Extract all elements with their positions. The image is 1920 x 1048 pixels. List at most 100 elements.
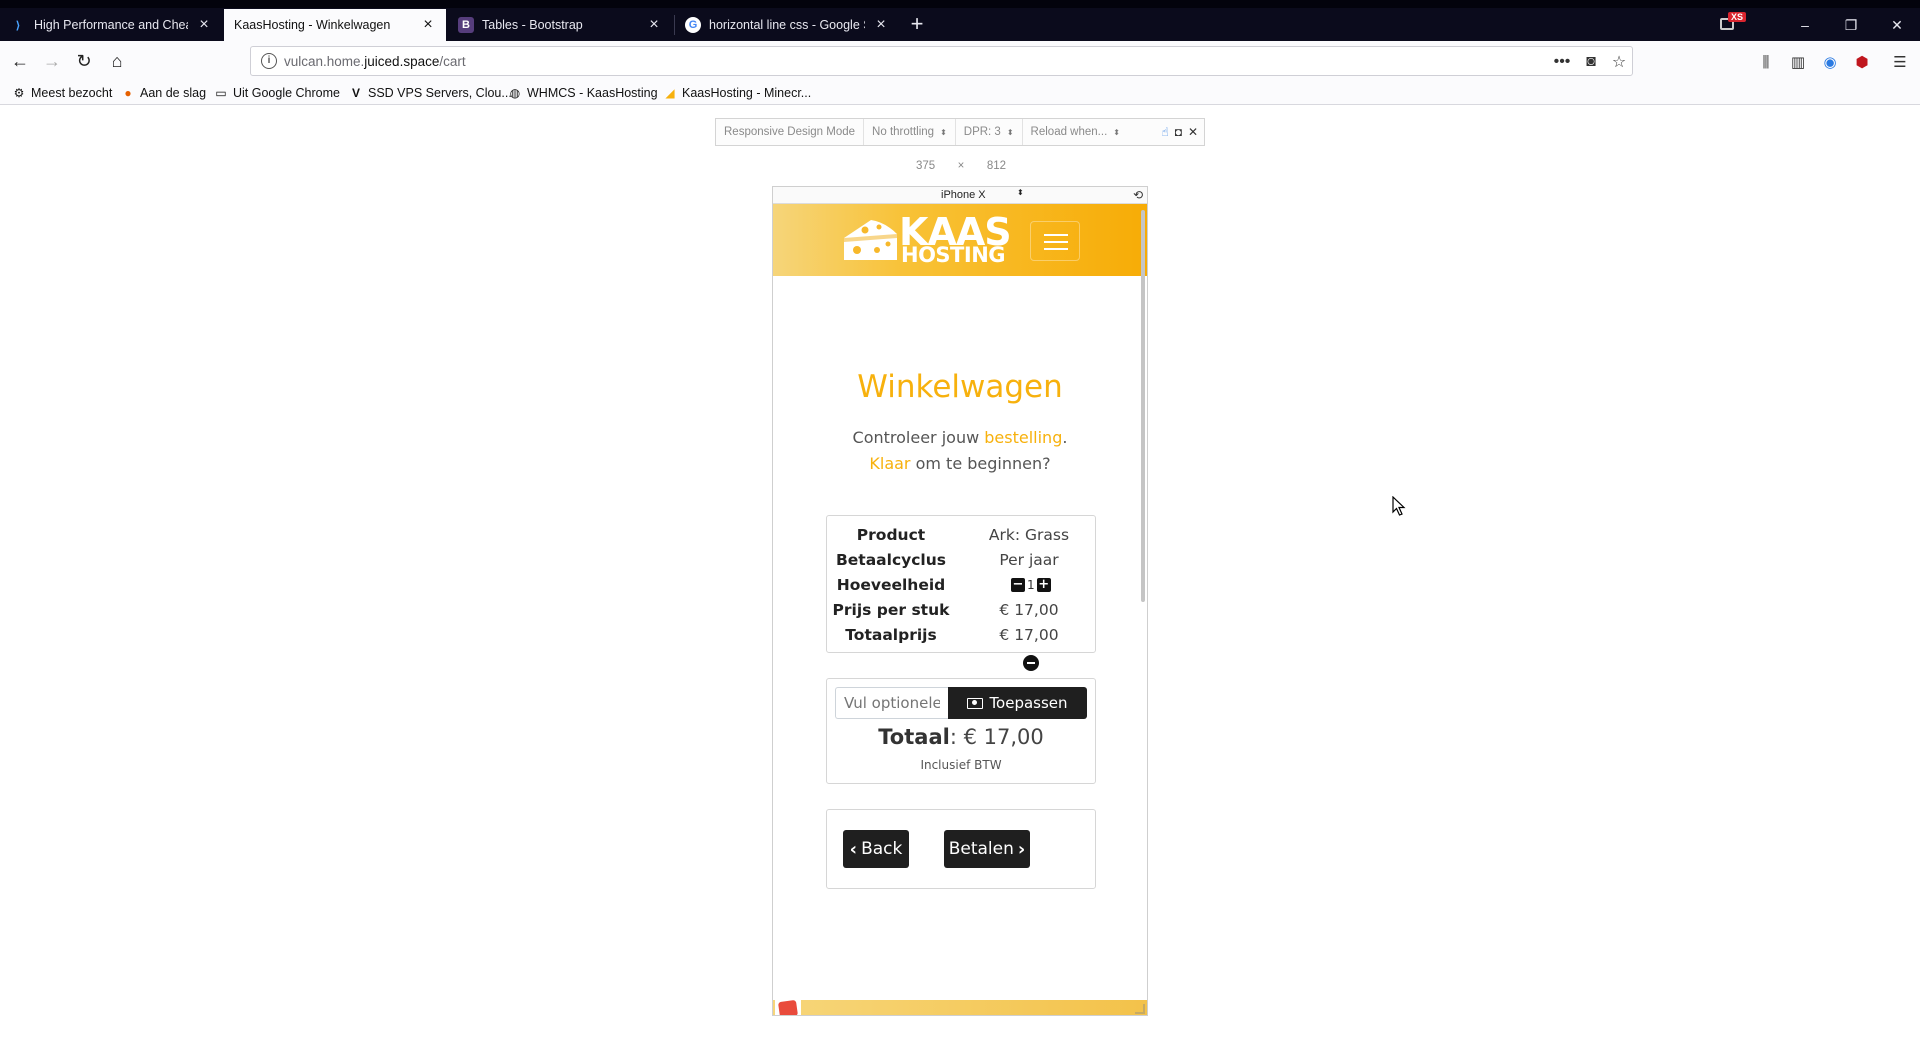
bookmark-star-icon[interactable]: ☆ — [1608, 52, 1630, 72]
money-icon — [967, 697, 984, 709]
vultr-icon: V — [351, 86, 360, 100]
back-arrow-icon[interactable]: ← — [6, 47, 34, 75]
scrollbar[interactable] — [1141, 210, 1145, 602]
gear-icon: ⚙ — [13, 86, 25, 100]
juiced-icon: ⟩ — [15, 19, 21, 32]
library-icon[interactable]: ⫼ — [1755, 51, 1777, 73]
navigation-toolbar: ← → ↻ ⌂ i vulcan.home.juiced.space/cart … — [0, 41, 1920, 81]
viewport-height[interactable]: 812 — [987, 160, 1006, 172]
new-tab-button[interactable]: + — [904, 12, 930, 38]
rdm-title: Responsive Design Mode — [724, 126, 856, 138]
bookmark-kaashosting-minecraft[interactable]: ◢ KaasHosting - Minecr... — [663, 84, 811, 102]
highlight-text: bestelling — [984, 428, 1063, 447]
table-row: Prijs per stuk € 17,00 — [832, 601, 1059, 619]
dpr-select[interactable]: DPR: 3 ⬍ — [954, 119, 1022, 145]
globe-icon: ◍ — [509, 86, 521, 100]
highlight-text: Klaar — [869, 454, 911, 473]
home-icon[interactable]: ⌂ — [103, 47, 131, 75]
select-arrows-icon: ⬍ — [1017, 188, 1024, 197]
page-viewport: KAAS HOSTING Winkelwagen Controleer jouw… — [773, 204, 1147, 1015]
title-stripe — [0, 0, 1920, 8]
promo-code-input[interactable] — [835, 687, 948, 719]
responsive-design-toolbar: Responsive Design Mode No throttling ⬍ DP… — [715, 118, 1205, 146]
chevron-left-icon: ‹ — [849, 838, 858, 860]
chat-icon — [777, 999, 799, 1015]
plus-icon[interactable]: + — [1036, 578, 1051, 592]
touch-simulation-icon[interactable]: ☝ — [1161, 125, 1168, 139]
table-row: Totaalprijs € 17,00 — [845, 626, 1059, 644]
bookmark-whmcs[interactable]: ◍ WHMCS - KaasHosting — [508, 84, 658, 102]
vat-note: Inclusief BTW — [920, 758, 1002, 772]
bookmark-meest-bezocht[interactable]: ⚙ Meest bezocht — [12, 84, 113, 102]
device-frame: iPhone X ⬍ ⟲ KAAS HOSTING Winkelwagen Co… — [772, 186, 1148, 1016]
close-icon[interactable]: × — [873, 16, 889, 33]
xs-extension-icon[interactable]: XS — [1718, 12, 1747, 34]
ublock-icon[interactable]: ⬢ — [1851, 51, 1873, 73]
table-row: Betaalcyclus Per jaar — [835, 551, 1059, 569]
pocket-icon[interactable]: ◙ — [1580, 52, 1602, 72]
bookmark-ssd-vps[interactable]: V SSD VPS Servers, Clou... — [349, 84, 512, 102]
restore-button[interactable]: ❐ — [1828, 9, 1874, 41]
page-subtitle: Controleer jouw bestelling. Klaar om te … — [852, 428, 1068, 473]
firefox-icon: ● — [124, 86, 132, 100]
google-icon: G — [685, 17, 701, 33]
bootstrap-icon: B — [458, 17, 474, 33]
total-amount: Totaal: € 17,00 — [878, 725, 1044, 749]
url-text[interactable]: vulcan.home.juiced.space/cart — [284, 54, 466, 69]
bookmark-uit-google-chrome[interactable]: ▭ Uit Google Chrome — [214, 84, 340, 102]
menu-icon[interactable]: ☰ — [1889, 51, 1911, 73]
hamburger-menu-button[interactable] — [1030, 221, 1080, 261]
bookmarks-toolbar: ⚙ Meest bezocht ● Aan de slag ▭ Uit Goog… — [0, 81, 1920, 105]
close-icon[interactable]: × — [420, 16, 436, 33]
bookmark-aan-de-slag[interactable]: ● Aan de slag — [121, 84, 206, 102]
back-button[interactable]: ‹ Back — [843, 830, 909, 868]
close-window-button[interactable]: ✕ — [1874, 9, 1920, 41]
site-header: KAAS HOSTING — [773, 204, 1147, 276]
url-bar[interactable]: i vulcan.home.juiced.space/cart ••• ◙ ☆ — [250, 46, 1633, 76]
tab-tables-bootstrap[interactable]: B Tables - Bootstrap × — [448, 9, 672, 41]
close-icon[interactable]: × — [196, 16, 212, 33]
close-icon[interactable]: ✕ — [1188, 125, 1198, 139]
tab-kaashosting-cart[interactable]: KaasHosting - Winkelwagen × — [224, 9, 446, 41]
cheese-icon — [844, 220, 897, 260]
table-row: Product Ark: Grass — [856, 526, 1070, 544]
screenshot-icon[interactable]: ◘ — [1175, 125, 1182, 139]
viewport-size: 375 × 812 — [916, 160, 1006, 172]
quantity-stepper: − 1 + — [1011, 578, 1051, 592]
forward-arrow-icon[interactable]: → — [38, 47, 66, 75]
reload-icon[interactable]: ↻ — [70, 47, 98, 75]
tab-google-search[interactable]: G horizontal line css - Google Sea × — [675, 9, 899, 41]
select-arrows-icon: ⬍ — [1006, 127, 1014, 137]
rotate-icon[interactable]: ⟲ — [1133, 188, 1143, 202]
page-actions-icon[interactable]: ••• — [1551, 52, 1573, 72]
info-icon[interactable]: i — [261, 53, 277, 69]
kaashosting-logo[interactable]: KAAS HOSTING — [841, 213, 1012, 266]
total-card: Toepassen Totaal: € 17,00 Inclusief BTW — [826, 678, 1096, 784]
reload-when-select[interactable]: Reload when... ⬍ — [1021, 119, 1128, 145]
throttling-select[interactable]: No throttling ⬍ — [863, 119, 955, 145]
tab-bar: ⟩ High Performance and Cheap C × KaasHos… — [0, 0, 1920, 41]
actions-card: ‹ Back Betalen › — [826, 809, 1096, 889]
apply-promo-button[interactable]: Toepassen — [948, 687, 1087, 719]
quantity-value: 1 — [1027, 578, 1035, 592]
minus-icon[interactable]: − — [1011, 578, 1025, 592]
sidebar-icon[interactable]: ▥ — [1787, 51, 1809, 73]
minimize-button[interactable]: – — [1782, 9, 1828, 41]
remove-item-icon[interactable] — [1023, 655, 1039, 671]
folder-icon: ▭ — [215, 86, 227, 100]
mouse-cursor-icon — [1392, 496, 1406, 516]
cheese-icon: ◢ — [665, 86, 675, 100]
select-arrows-icon: ⬍ — [940, 127, 947, 137]
bottom-bar — [773, 1000, 1147, 1015]
account-icon[interactable]: ◉ — [1819, 51, 1841, 73]
pay-button[interactable]: Betalen › — [944, 830, 1030, 868]
cart-card: Product Ark: Grass Betaalcyclus Per jaar… — [826, 515, 1096, 671]
close-icon[interactable]: × — [646, 16, 662, 33]
device-select[interactable]: iPhone X — [941, 189, 986, 201]
viewport-width[interactable]: 375 — [916, 160, 935, 172]
corner-badge[interactable] — [775, 998, 801, 1015]
resize-handle[interactable] — [1135, 1004, 1145, 1014]
chevron-right-icon: › — [1017, 838, 1026, 860]
tab-high-performance[interactable]: ⟩ High Performance and Cheap C × — [0, 9, 222, 41]
table-row: Hoeveelheid − 1 + — [836, 576, 1051, 594]
